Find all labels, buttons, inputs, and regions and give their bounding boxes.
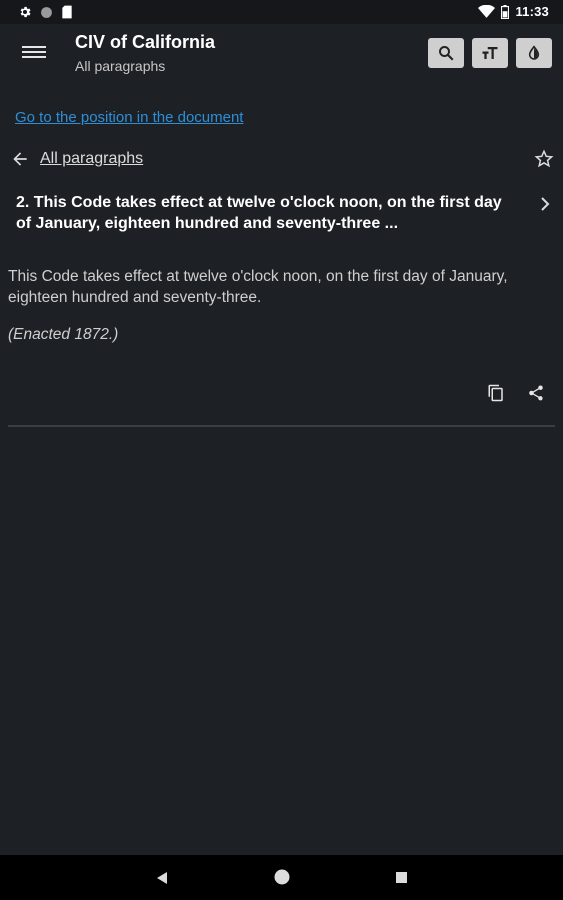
- wifi-icon: [478, 5, 496, 18]
- menu-icon: [22, 46, 46, 48]
- back-arrow-icon: [13, 152, 27, 166]
- paragraph-title[interactable]: 2. This Code takes effect at twelve o'cl…: [16, 192, 521, 234]
- divider: [8, 425, 555, 427]
- status-bar: 11:33: [0, 0, 563, 24]
- page-subtitle: All paragraphs: [75, 58, 166, 74]
- page-title: CIV of California: [75, 32, 216, 52]
- app-bar: CIV of California All paragraphs: [0, 24, 563, 84]
- status-time: 11:33: [515, 4, 549, 19]
- share-icon[interactable]: [527, 384, 545, 402]
- text-size-icon: [482, 47, 498, 59]
- sd-card-icon: [62, 5, 72, 19]
- system-navigation-bar: [0, 855, 563, 900]
- theme-button[interactable]: [516, 38, 552, 68]
- paragraph-note: (Enacted 1872.): [8, 326, 119, 343]
- goto-position-link[interactable]: Go to the position in the document: [15, 109, 243, 126]
- back-navigation[interactable]: All paragraphs: [10, 148, 143, 170]
- gear-icon: [20, 6, 31, 18]
- menu-button[interactable]: [22, 43, 46, 65]
- menu-icon-line: [22, 51, 46, 53]
- nav-home-icon[interactable]: [273, 868, 291, 886]
- status-right-icons: 11:33: [478, 4, 549, 19]
- theme-drop-icon: [528, 45, 540, 60]
- search-icon: [439, 46, 454, 61]
- copy-icon[interactable]: [487, 384, 505, 402]
- star-icon[interactable]: [534, 149, 554, 169]
- nav-recent-apps-icon[interactable]: [396, 872, 407, 883]
- chevron-right-icon[interactable]: [538, 196, 552, 212]
- text-size-button[interactable]: [472, 38, 508, 68]
- battery-icon: [501, 4, 510, 19]
- paragraph-body: This Code takes effect at twelve o'clock…: [8, 268, 508, 306]
- circle-icon: [41, 6, 52, 18]
- back-link-label[interactable]: All paragraphs: [40, 150, 143, 168]
- search-button[interactable]: [428, 38, 464, 68]
- status-left-icons: [18, 5, 73, 19]
- menu-icon-line: [22, 56, 46, 58]
- nav-back-icon[interactable]: [155, 871, 169, 885]
